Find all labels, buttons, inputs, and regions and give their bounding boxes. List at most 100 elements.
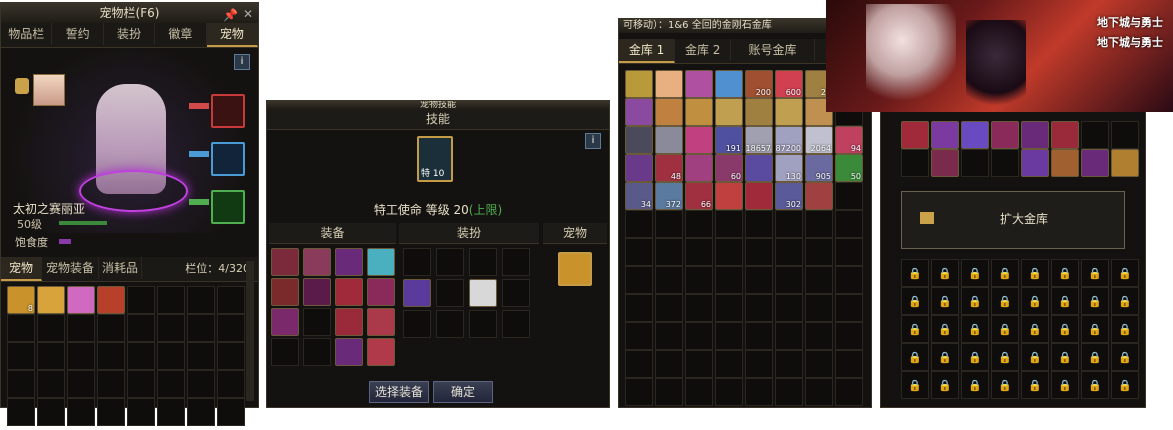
equip-item[interactable] bbox=[271, 308, 299, 336]
lock-icon[interactable]: 🔒 bbox=[931, 315, 959, 343]
lock-icon[interactable]: 🔒 bbox=[1111, 343, 1139, 371]
bank-item[interactable] bbox=[715, 98, 743, 126]
inventory-item[interactable] bbox=[67, 286, 95, 314]
pet-portrait[interactable] bbox=[33, 74, 65, 106]
empty-slot[interactable] bbox=[127, 398, 155, 426]
empty-slot[interactable] bbox=[901, 149, 929, 177]
bank-item[interactable] bbox=[961, 121, 989, 149]
bank-item[interactable] bbox=[655, 70, 683, 98]
empty-slot[interactable] bbox=[625, 294, 653, 322]
empty-slot[interactable] bbox=[745, 294, 773, 322]
lock-icon[interactable]: 🔒 bbox=[991, 343, 1019, 371]
lock-icon[interactable]: 🔒 bbox=[1081, 259, 1109, 287]
empty-slot[interactable] bbox=[1081, 121, 1109, 149]
empty-slot[interactable] bbox=[685, 350, 713, 378]
empty-slot[interactable] bbox=[805, 350, 833, 378]
bank-item[interactable] bbox=[685, 98, 713, 126]
confirm-button[interactable]: 确定 bbox=[433, 381, 493, 403]
bank-item[interactable]: 87200 bbox=[775, 126, 803, 154]
bank-item[interactable] bbox=[655, 98, 683, 126]
bank-item[interactable]: 50 bbox=[835, 154, 863, 182]
empty-slot[interactable] bbox=[502, 279, 530, 307]
equip-item[interactable] bbox=[367, 248, 395, 276]
empty-slot[interactable] bbox=[805, 294, 833, 322]
equip-item[interactable] bbox=[335, 248, 363, 276]
empty-slot[interactable] bbox=[127, 314, 155, 342]
subtab-pet-equip[interactable]: 宠物装备 bbox=[42, 257, 99, 279]
lock-icon[interactable]: 🔒 bbox=[931, 287, 959, 315]
empty-slot[interactable] bbox=[835, 182, 863, 210]
empty-slot[interactable] bbox=[97, 342, 125, 370]
bank-item[interactable] bbox=[745, 154, 773, 182]
empty-slot[interactable] bbox=[745, 322, 773, 350]
lock-icon[interactable]: 🔒 bbox=[961, 371, 989, 399]
empty-slot[interactable] bbox=[502, 310, 530, 338]
empty-slot[interactable] bbox=[685, 266, 713, 294]
bank-item[interactable] bbox=[931, 121, 959, 149]
lock-icon[interactable]: 🔒 bbox=[1051, 371, 1079, 399]
empty-slot[interactable] bbox=[835, 378, 863, 406]
empty-slot[interactable] bbox=[7, 314, 35, 342]
empty-slot[interactable] bbox=[805, 322, 833, 350]
empty-slot[interactable] bbox=[835, 238, 863, 266]
empty-slot[interactable] bbox=[655, 294, 683, 322]
empty-slot[interactable] bbox=[436, 279, 464, 307]
equip-item[interactable] bbox=[303, 278, 331, 306]
empty-slot[interactable] bbox=[835, 294, 863, 322]
lock-icon[interactable]: 🔒 bbox=[901, 343, 929, 371]
empty-slot[interactable] bbox=[127, 370, 155, 398]
bank-item[interactable] bbox=[1081, 149, 1109, 177]
lock-icon[interactable]: 🔒 bbox=[1081, 343, 1109, 371]
lock-icon[interactable]: 🔒 bbox=[901, 371, 929, 399]
empty-slot[interactable] bbox=[303, 338, 331, 366]
empty-slot[interactable] bbox=[217, 370, 245, 398]
lock-icon[interactable]: 🔒 bbox=[1021, 287, 1049, 315]
empty-slot[interactable] bbox=[127, 342, 155, 370]
lock-icon[interactable]: 🔒 bbox=[1021, 315, 1049, 343]
info-icon[interactable]: i bbox=[234, 54, 250, 70]
bank-item[interactable] bbox=[685, 70, 713, 98]
empty-slot[interactable] bbox=[67, 342, 95, 370]
empty-slot[interactable] bbox=[775, 294, 803, 322]
empty-slot[interactable] bbox=[403, 310, 431, 338]
empty-slot[interactable] bbox=[127, 286, 155, 314]
empty-slot[interactable] bbox=[775, 266, 803, 294]
empty-slot[interactable] bbox=[37, 370, 65, 398]
empty-slot[interactable] bbox=[715, 322, 743, 350]
bank-item[interactable] bbox=[901, 121, 929, 149]
tab-bank-1[interactable]: 金库 1 bbox=[619, 39, 676, 63]
equip-item[interactable] bbox=[335, 308, 363, 336]
empty-slot[interactable] bbox=[745, 210, 773, 238]
empty-slot[interactable] bbox=[835, 322, 863, 350]
lock-icon[interactable]: 🔒 bbox=[1111, 259, 1139, 287]
lock-icon[interactable]: 🔒 bbox=[901, 315, 929, 343]
bank-item[interactable] bbox=[775, 98, 803, 126]
bank-item[interactable] bbox=[625, 70, 653, 98]
empty-slot[interactable] bbox=[67, 370, 95, 398]
lock-icon[interactable]: 🔒 bbox=[961, 315, 989, 343]
lock-icon[interactable]: 🔒 bbox=[1081, 371, 1109, 399]
empty-slot[interactable] bbox=[217, 314, 245, 342]
lock-icon[interactable]: 🔒 bbox=[901, 287, 929, 315]
bank-item[interactable] bbox=[715, 70, 743, 98]
equip-item[interactable] bbox=[271, 278, 299, 306]
equip-item[interactable] bbox=[335, 278, 363, 306]
empty-slot[interactable] bbox=[715, 238, 743, 266]
empty-slot[interactable] bbox=[187, 314, 215, 342]
empty-slot[interactable] bbox=[685, 378, 713, 406]
empty-slot[interactable] bbox=[187, 342, 215, 370]
bank-item[interactable] bbox=[1111, 149, 1139, 177]
empty-slot[interactable] bbox=[625, 238, 653, 266]
bank-item[interactable]: 2064 bbox=[805, 126, 833, 154]
bank-item[interactable] bbox=[1051, 149, 1079, 177]
empty-slot[interactable] bbox=[217, 286, 245, 314]
equip-item[interactable] bbox=[367, 308, 395, 336]
empty-slot[interactable] bbox=[805, 210, 833, 238]
bank-item[interactable] bbox=[685, 154, 713, 182]
lock-icon[interactable]: 🔒 bbox=[1021, 371, 1049, 399]
lock-icon[interactable]: 🔒 bbox=[1111, 287, 1139, 315]
lock-icon[interactable]: 🔒 bbox=[1021, 343, 1049, 371]
empty-slot[interactable] bbox=[685, 322, 713, 350]
empty-slot[interactable] bbox=[303, 308, 331, 336]
empty-slot[interactable] bbox=[436, 248, 464, 276]
